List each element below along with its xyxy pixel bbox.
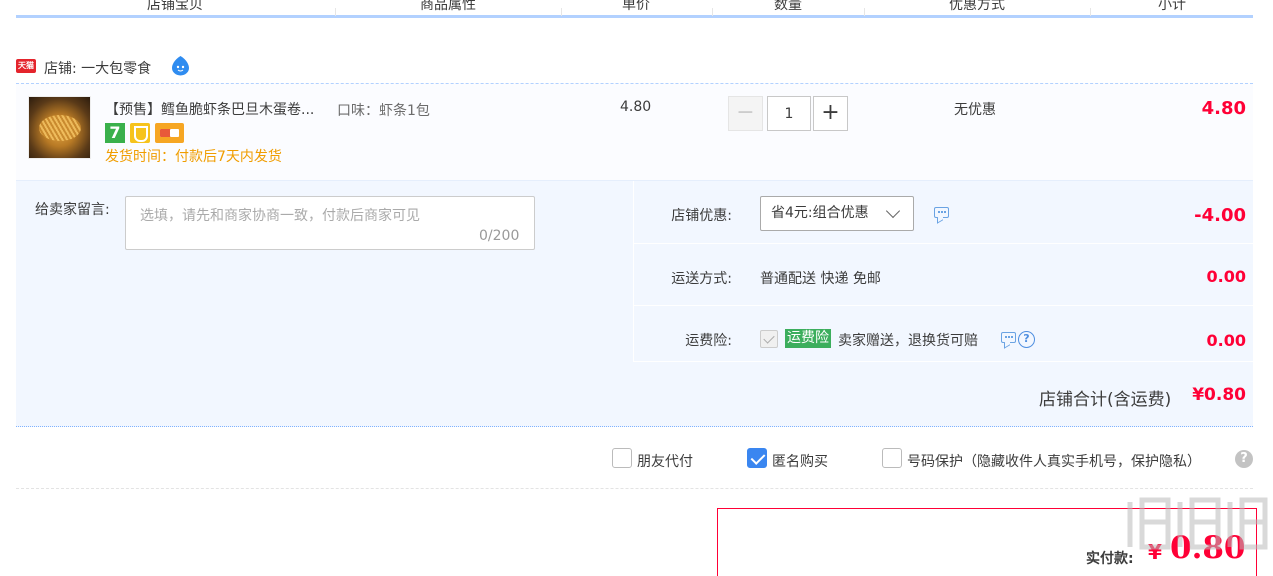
quantity-increment-button[interactable]: + [813, 96, 848, 131]
credit-card-icon[interactable] [155, 123, 184, 143]
header-col-item: 店铺宝贝 [147, 0, 203, 13]
item-discount: 无优惠 [954, 102, 996, 118]
shop-total-label: 店铺合计(含运费) [1039, 390, 1172, 410]
anonymous-purchase-label[interactable]: 匿名购买 [772, 451, 828, 471]
insurance-help-icon[interactable]: ? [1018, 331, 1035, 348]
header-separator [335, 8, 336, 16]
friend-pay-checkbox[interactable] [612, 448, 632, 468]
item-thumbnail[interactable] [28, 96, 91, 159]
header-separator [561, 8, 562, 16]
header-separator [864, 8, 865, 16]
coupon-label: 店铺优惠: [671, 208, 732, 224]
friend-pay-label[interactable]: 朋友代付 [637, 451, 693, 471]
insurance-tag: 运费险 [785, 329, 831, 348]
insurance-chat-icon[interactable] [1001, 332, 1016, 343]
insurance-label: 运费险: [685, 333, 732, 349]
watermark-logo-icon [1127, 497, 1268, 550]
header-separator [712, 8, 713, 16]
shop-total-value: ¥0.80 [1192, 385, 1246, 405]
guarantee-shield-icon[interactable] [130, 123, 150, 143]
coupon-value: -4.00 [1194, 205, 1246, 226]
seller-message-label: 给卖家留言: [35, 202, 110, 218]
item-attribute: 口味：虾条1包 [337, 103, 430, 119]
item-subtotal: 4.80 [1201, 98, 1246, 119]
insurance-checkbox [760, 330, 778, 348]
ship-time-notice: 发货时间：付款后7天内发货 [105, 149, 282, 165]
insurance-text: 卖家赠送，退换货可赔 [838, 333, 978, 349]
coupon-selected-value: 省4元:组合优惠 [771, 205, 869, 221]
divider [16, 488, 1253, 489]
item-title-link[interactable]: 【预售】鳕鱼脆虾条巴旦木蛋卷... [105, 99, 314, 119]
seven-day-return-icon[interactable]: 7 [105, 123, 125, 143]
seller-message-placeholder: 选填，请先和商家协商一致，付款后商家可见 [140, 208, 420, 224]
header-col-discount: 优惠方式 [949, 0, 1005, 13]
header-col-subtotal: 小计 [1158, 0, 1186, 13]
quantity-decrement-button[interactable]: − [728, 96, 763, 131]
shipping-method: 普通配送 快递 免邮 [760, 271, 881, 287]
header-col-price: 单价 [622, 0, 650, 13]
coupon-chat-icon[interactable] [934, 207, 949, 218]
header-separator [1090, 8, 1091, 16]
shop-name-link[interactable]: 店铺: 一大包零食 [44, 58, 151, 78]
insurance-value: 0.00 [1206, 331, 1246, 350]
seller-message-counter: 0/200 [479, 228, 520, 244]
unit-price: 4.80 [620, 99, 652, 115]
number-protection-checkbox[interactable] [882, 448, 902, 468]
number-protection-label[interactable]: 号码保护（隐藏收件人真实手机号，保护隐私） [907, 451, 1201, 471]
tmall-badge-icon: 天猫 [16, 59, 36, 73]
anonymous-purchase-checkbox[interactable] [747, 448, 767, 468]
header-col-attr: 商品属性 [420, 0, 476, 13]
header-col-qty: 数量 [774, 0, 802, 13]
wangwang-chat-icon[interactable] [170, 55, 191, 76]
help-icon[interactable]: ? [1235, 450, 1253, 468]
shipping-value: 0.00 [1206, 267, 1246, 286]
quantity-input[interactable] [767, 96, 811, 131]
options-divider [633, 181, 634, 361]
shipping-label: 运送方式: [671, 271, 732, 287]
